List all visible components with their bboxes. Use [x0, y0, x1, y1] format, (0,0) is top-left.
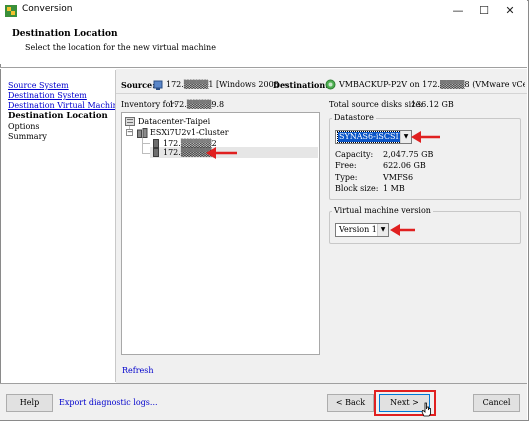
vm-version-select[interactable]: Version 19 ▼ — [335, 223, 389, 237]
disks-size-value: 136.12 GB — [411, 100, 454, 109]
annotation-arrow-icon — [390, 224, 415, 236]
destination-label-wrap: Destination: — [273, 80, 328, 90]
chevron-down-icon[interactable]: ▼ — [377, 224, 388, 236]
nav-item-destination-location: Destination Location — [8, 111, 108, 121]
destination-label: Destination: — [273, 80, 329, 90]
page-subtitle: Select the location for the new virtual … — [25, 43, 216, 52]
cancel-button[interactable]: Cancel — [473, 394, 520, 412]
source-label: Source: — [121, 80, 156, 90]
server-icon — [153, 80, 163, 90]
free-value: 622.06 GB — [383, 161, 426, 170]
block-size-value: 1 MB — [383, 184, 405, 193]
disks-size-label: Total source disks size: — [329, 100, 423, 109]
free-label: Free: — [335, 161, 357, 170]
vcenter-icon — [325, 79, 336, 90]
block-size-label: Block size: — [335, 184, 379, 193]
minimize-button[interactable]: — — [448, 2, 468, 20]
nav-item-summary: Summary — [8, 132, 47, 141]
vm-version-group-title: Virtual machine version — [332, 206, 433, 215]
nav-item-destination-virtual-machine[interactable]: Destination Virtual Machine — [8, 101, 123, 110]
hand-cursor-icon — [421, 402, 431, 417]
nav-item-destination-system[interactable]: Destination System — [8, 91, 87, 100]
destination-value: VMBACKUP-P2V on 172.▒▒▒▒8 (VMware vCente… — [339, 80, 525, 89]
nav-item-options: Options — [8, 122, 40, 131]
annotation-arrow-icon — [206, 147, 237, 159]
collapse-icon[interactable]: − — [126, 129, 133, 136]
nav-item-source-system[interactable]: Source System — [8, 81, 69, 90]
datacenter-icon — [125, 117, 135, 126]
inventory-server: 172.▒▒▒▒9.8 — [169, 100, 225, 109]
window-title: Conversion — [22, 4, 73, 14]
type-label: Type: — [335, 173, 358, 182]
back-button[interactable]: < Back — [327, 394, 374, 412]
refresh-link[interactable]: Refresh — [122, 366, 154, 375]
datastore-selected-value: SYNAS6-iSCSI1 — [337, 131, 406, 143]
help-button[interactable]: Help — [6, 394, 53, 412]
datastore-select[interactable]: SYNAS6-iSCSI1 ▼ — [335, 130, 412, 144]
host-icon — [153, 139, 159, 148]
tree-item-datacenter[interactable]: Datacenter-Taipei — [138, 117, 210, 126]
maximize-button[interactable]: ☐ — [474, 2, 494, 20]
annotation-arrow-icon — [411, 131, 440, 143]
chevron-down-icon[interactable]: ▼ — [400, 131, 411, 143]
datastore-group-title: Datastore — [332, 113, 376, 122]
cluster-icon — [137, 128, 148, 138]
capacity-value: 2,047.75 GB — [383, 150, 434, 159]
close-button[interactable]: ✕ — [500, 2, 520, 20]
export-diagnostic-logs-link[interactable]: Export diagnostic logs... — [59, 398, 158, 407]
host-icon — [153, 148, 159, 157]
capacity-label: Capacity: — [335, 150, 374, 159]
converter-app-icon — [5, 5, 17, 17]
page-title: Destination Location — [12, 29, 118, 39]
source-summary: Source: — [121, 80, 155, 90]
tree-item-cluster[interactable]: ESXi7U2v1-Cluster — [150, 128, 229, 137]
source-value: 172.▒▒▒▒1 [Windows 2008 ··· — [166, 80, 289, 89]
type-value: VMFS6 — [383, 173, 414, 182]
